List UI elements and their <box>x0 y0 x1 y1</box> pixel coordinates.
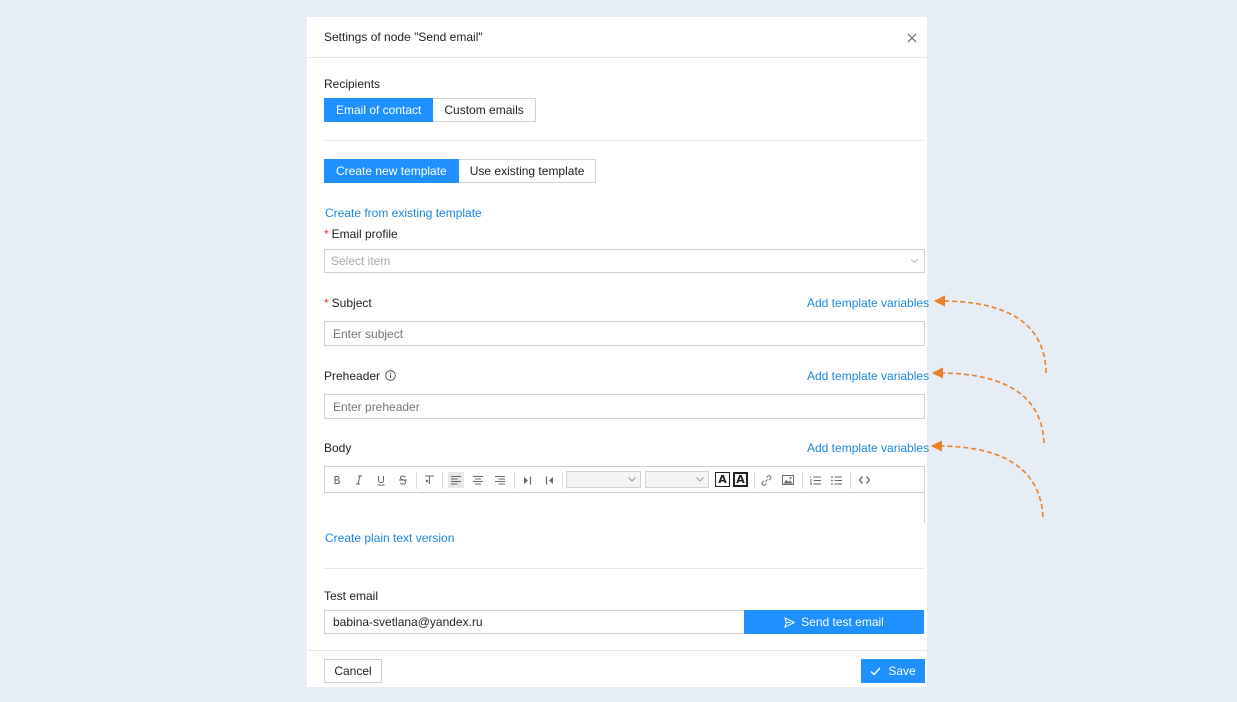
dialog-header: Settings of node "Send email" <box>307 17 927 58</box>
save-button[interactable]: Save <box>861 659 925 683</box>
chevron-down-icon <box>628 477 636 482</box>
send-test-email-label: Send test email <box>801 615 884 629</box>
outdent-icon[interactable] <box>541 472 557 488</box>
toolbar-divider <box>562 472 563 489</box>
send-test-email-button[interactable]: Send test email <box>744 610 924 634</box>
font-family-select[interactable] <box>566 471 641 488</box>
footer-divider <box>307 650 927 651</box>
divider <box>324 140 924 141</box>
test-email-label: Test email <box>324 589 379 603</box>
toolbar-divider <box>514 472 515 489</box>
image-icon[interactable] <box>780 472 796 488</box>
body-label: Body <box>324 441 352 455</box>
toolbar-divider <box>416 472 417 489</box>
background-color-icon[interactable]: A <box>733 472 748 487</box>
italic-icon[interactable] <box>351 472 367 488</box>
subject-add-template-variables-link[interactable]: Add template variables <box>807 296 929 310</box>
recipients-toggle: Email of contact Custom emails <box>324 98 536 122</box>
subject-input[interactable] <box>324 321 925 346</box>
create-from-existing-template-link[interactable]: Create from existing template <box>325 206 482 220</box>
indent-icon[interactable] <box>519 472 535 488</box>
required-marker: * <box>324 227 329 241</box>
subject-label-text: Subject <box>331 296 372 310</box>
strikethrough-icon[interactable] <box>395 472 411 488</box>
toolbar-divider <box>754 472 755 489</box>
custom-emails-button[interactable]: Custom emails <box>433 98 536 122</box>
send-icon <box>784 616 795 628</box>
align-left-icon[interactable] <box>448 472 464 488</box>
save-label: Save <box>888 664 916 678</box>
toolbar-divider <box>802 472 803 489</box>
annotation-arrows <box>930 295 1047 518</box>
recipients-label: Recipients <box>324 77 381 91</box>
link-icon[interactable] <box>758 472 774 488</box>
info-icon[interactable] <box>385 370 397 381</box>
arrow-body <box>930 440 1044 518</box>
email-of-contact-button[interactable]: Email of contact <box>324 98 434 122</box>
settings-dialog: Settings of node "Send email" Recipients… <box>307 17 929 687</box>
create-new-template-button[interactable]: Create new template <box>324 159 459 183</box>
arrow-preheader <box>931 367 1045 444</box>
chevron-down-icon <box>696 477 704 482</box>
cancel-button[interactable]: Cancel <box>324 659 382 683</box>
unordered-list-icon[interactable] <box>828 472 844 488</box>
email-profile-placeholder: Select item <box>331 254 391 268</box>
font-size-select[interactable] <box>645 471 709 488</box>
required-marker: * <box>324 296 329 310</box>
body-editor[interactable] <box>324 493 925 523</box>
text-color-icon[interactable]: A <box>715 472 730 487</box>
use-existing-template-button[interactable]: Use existing template <box>458 159 597 183</box>
toolbar-divider <box>850 472 851 489</box>
divider <box>324 568 924 569</box>
preheader-label-text: Preheader <box>324 369 381 383</box>
subject-label: * Subject <box>324 296 372 310</box>
editor-toolbar: A A <box>324 466 925 493</box>
clear-format-icon[interactable] <box>421 472 437 488</box>
preheader-label: Preheader <box>324 369 397 383</box>
align-center-icon[interactable] <box>470 472 486 488</box>
code-view-icon[interactable] <box>856 472 872 488</box>
ordered-list-icon[interactable] <box>807 472 823 488</box>
arrow-subject <box>933 295 1047 374</box>
create-plain-text-version-link[interactable]: Create plain text version <box>325 531 454 545</box>
preheader-input[interactable] <box>324 394 925 419</box>
test-email-input[interactable]: babina-svetlana@yandex.ru <box>324 610 745 634</box>
body-add-template-variables-link[interactable]: Add template variables <box>807 441 929 455</box>
chevron-down-icon <box>910 258 919 264</box>
preheader-add-template-variables-link[interactable]: Add template variables <box>807 369 929 383</box>
bold-icon[interactable] <box>329 472 345 488</box>
underline-icon[interactable] <box>373 472 389 488</box>
dialog-title: Settings of node "Send email" <box>324 30 483 44</box>
close-icon[interactable] <box>905 31 919 45</box>
check-icon <box>870 667 881 675</box>
toolbar-divider <box>442 472 443 489</box>
background-color-letter: A <box>735 473 746 486</box>
email-profile-label: * Email profile <box>324 227 398 241</box>
email-profile-select[interactable]: Select item <box>324 249 925 273</box>
email-profile-label-text: Email profile <box>331 227 398 241</box>
align-right-icon[interactable] <box>492 472 508 488</box>
template-mode-toggle: Create new template Use existing templat… <box>324 159 597 183</box>
